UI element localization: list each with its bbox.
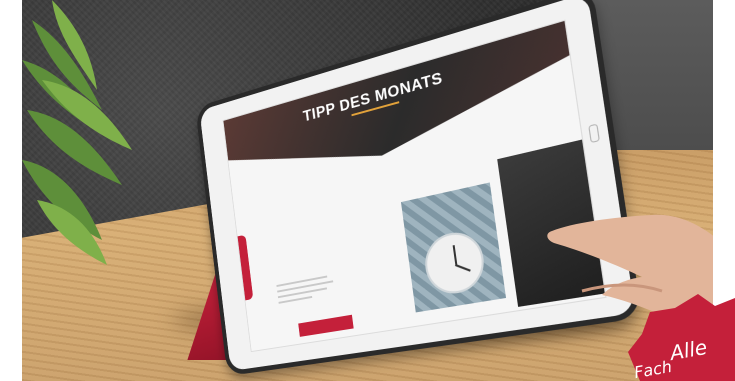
screen-side-tab[interactable]: [234, 234, 254, 301]
screen-card-clock[interactable]: [400, 182, 507, 313]
screen-cta-button[interactable]: [298, 314, 354, 337]
clock-icon: [421, 227, 488, 298]
home-button: [588, 123, 600, 144]
photo: TIPP DES MONATS: [22, 0, 713, 381]
plant-leaves: [22, 0, 132, 265]
